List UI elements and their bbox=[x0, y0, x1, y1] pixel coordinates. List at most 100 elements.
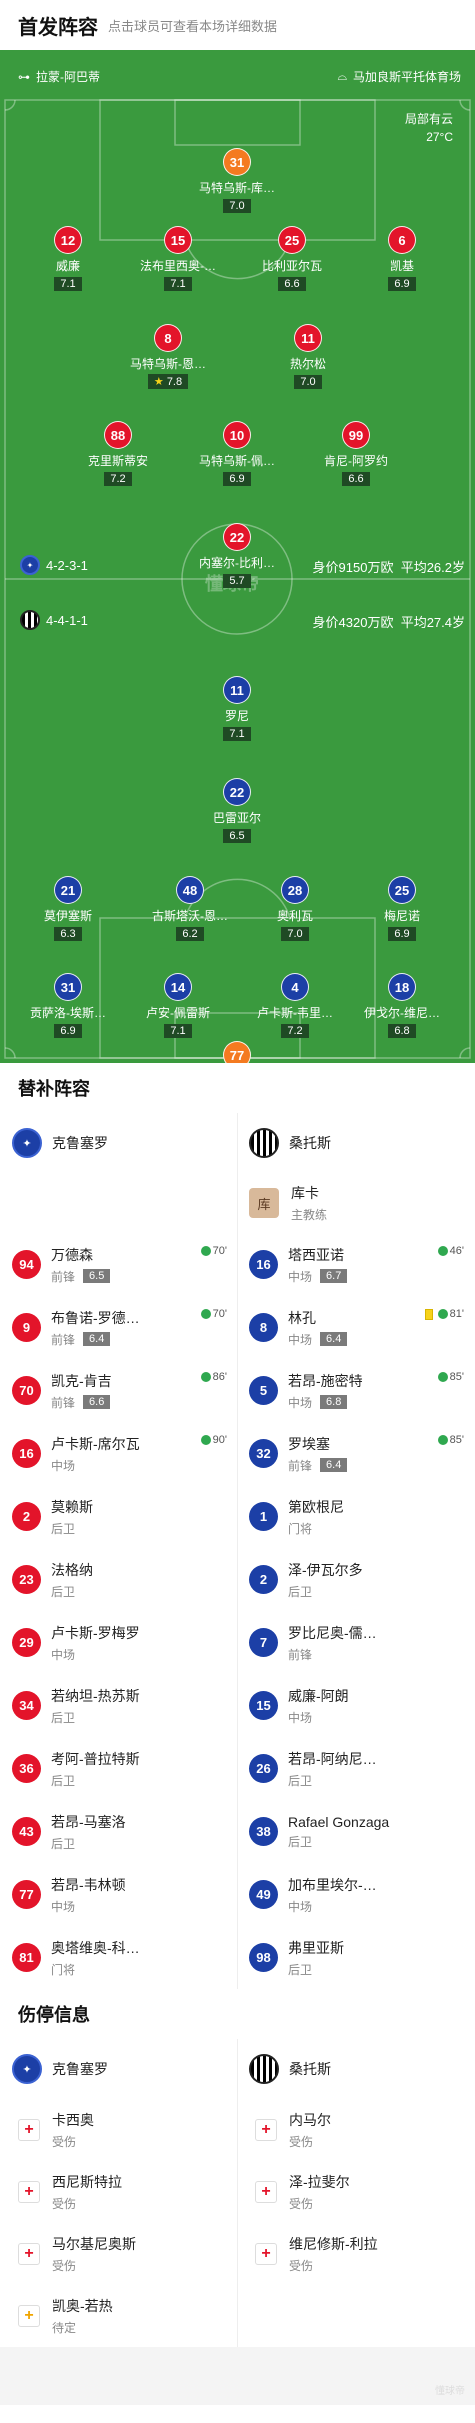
sub-name: 法格纳 bbox=[51, 1561, 93, 1578]
sub-number: 26 bbox=[249, 1754, 278, 1783]
injury-row[interactable]: + 泽-拉斐尔 受伤 bbox=[237, 2161, 474, 2223]
injury-row[interactable]: + 西尼斯特拉 受伤 bbox=[0, 2161, 237, 2223]
sub-number: 32 bbox=[249, 1439, 278, 1468]
sub-player-row[interactable]: 34 若纳坦-热苏斯 后卫 bbox=[0, 1674, 237, 1737]
player-p11b[interactable]: 11 罗尼 7.1 bbox=[187, 676, 287, 742]
player-p25b[interactable]: 25 梅尼诺 6.9 bbox=[352, 876, 452, 942]
sub-position: 后卫 bbox=[51, 1584, 76, 1599]
sub-in-icon bbox=[437, 1372, 448, 1382]
player-rating: 6.6 bbox=[342, 472, 370, 486]
sub-player-row[interactable]: 43 若昂-马塞洛 后卫 bbox=[0, 1800, 237, 1863]
sub-player-row[interactable]: 36 考阿-普拉特斯 后卫 bbox=[0, 1737, 237, 1800]
player-rating: 7.1 bbox=[223, 727, 251, 741]
player-p6[interactable]: 6 凯基 6.9 bbox=[352, 226, 452, 292]
player-p31a[interactable]: 31 马特乌斯-库… 7.0 bbox=[187, 148, 287, 214]
injury-row[interactable]: + 凯奥-若热 待定 bbox=[0, 2285, 237, 2347]
sub-player-row[interactable]: 9 布鲁诺-罗德… 前锋 6.4 70' bbox=[0, 1296, 237, 1359]
sub-position: 后卫 bbox=[51, 1710, 76, 1725]
player-p4[interactable]: 4 卢卡斯-韦里… 7.2 bbox=[245, 973, 345, 1039]
player-p15[interactable]: 15 法布里西奥-… 7.1 bbox=[128, 226, 228, 292]
player-name: 内塞尔-比利… bbox=[199, 556, 275, 570]
subs-panel: ✦ 克鲁塞罗 94 万德森 前锋 6.5 70' 9 布鲁诺-罗德… 前锋 6.4 70… bbox=[0, 1113, 475, 1989]
player-number: 4 bbox=[281, 973, 309, 1001]
sub-player-row[interactable]: 32 罗埃塞 前锋 6.4 85' bbox=[237, 1422, 474, 1485]
sub-position: 前锋 bbox=[51, 1269, 76, 1284]
sub-player-row[interactable]: 38 Rafael Gonzaga 后卫 bbox=[237, 1800, 474, 1863]
sub-position: 中场 bbox=[288, 1899, 313, 1914]
player-p10[interactable]: 10 马特乌斯-佩… 6.9 bbox=[187, 421, 287, 487]
coach-row[interactable]: 库库卡 主教练 bbox=[237, 1173, 474, 1233]
player-p12[interactable]: 12 威廉 7.1 bbox=[18, 226, 118, 292]
injury-row[interactable]: + 马尔基尼奥斯 受伤 bbox=[0, 2223, 237, 2285]
sub-player-row[interactable]: 26 若昂-阿纳尼… 后卫 bbox=[237, 1737, 474, 1800]
sub-player-row[interactable]: 5 若昂-施密特 中场 6.8 85' bbox=[237, 1359, 474, 1422]
sub-name: 第欧根尼 bbox=[288, 1498, 344, 1515]
player-p99[interactable]: 99 肯尼-阿罗约 6.6 bbox=[306, 421, 406, 487]
sub-player-row[interactable]: 81 奥塔维奥-科… 门将 bbox=[0, 1926, 237, 1989]
sub-player-row[interactable]: 16 卢卡斯-席尔瓦 中场 90' bbox=[0, 1422, 237, 1485]
player-p28[interactable]: 28 奥利瓦 7.0 bbox=[245, 876, 345, 942]
cruzeiro-crest-icon: ✦ bbox=[12, 1128, 42, 1158]
sub-in-icon bbox=[200, 1246, 211, 1256]
player-p77[interactable]: 77 布拉赖 7.3 bbox=[187, 1041, 287, 1063]
injured-player-name: 凯奥-若热 bbox=[52, 2298, 113, 2314]
sub-number: 7 bbox=[249, 1628, 278, 1657]
player-p88[interactable]: 88 克里斯蒂安 7.2 bbox=[68, 421, 168, 487]
injury-status: 受伤 bbox=[289, 2197, 314, 2211]
sub-player-row[interactable]: 15 威廉-阿朗 中场 bbox=[237, 1674, 474, 1737]
player-p48[interactable]: 48 古斯塔沃-恩… 6.2 bbox=[140, 876, 240, 942]
sub-player-row[interactable]: 49 加布里埃尔-… 中场 bbox=[237, 1863, 474, 1926]
sub-in-icon bbox=[200, 1372, 211, 1382]
player-p31b[interactable]: 31 贡萨洛-埃斯… 6.9 bbox=[18, 973, 118, 1039]
player-number: 21 bbox=[54, 876, 82, 904]
player-name: 伊戈尔-维尼… bbox=[364, 1006, 440, 1020]
player-name: 古斯塔沃-恩… bbox=[152, 909, 228, 923]
sub-player-row[interactable]: 2 莫赖斯 后卫 bbox=[0, 1485, 237, 1548]
player-p22a[interactable]: 22 内塞尔-比利… 5.7 bbox=[187, 523, 287, 589]
player-p14[interactable]: 14 卢安-佩雷斯 7.1 bbox=[128, 973, 228, 1039]
sub-player-row[interactable]: 1 第欧根尼 门将 bbox=[237, 1485, 474, 1548]
sub-number: 34 bbox=[12, 1691, 41, 1720]
sub-position: 前锋 bbox=[288, 1647, 313, 1662]
player-p25a[interactable]: 25 比利亚尔瓦 6.6 bbox=[242, 226, 342, 292]
player-p22b[interactable]: 22 巴雷亚尔 6.5 bbox=[187, 778, 287, 844]
sub-player-row[interactable]: 23 法格纳 后卫 bbox=[0, 1548, 237, 1611]
sub-player-row[interactable]: 77 若昂-韦林顿 中场 bbox=[0, 1863, 237, 1926]
sub-player-row[interactable]: 29 卢卡斯-罗梅罗 中场 bbox=[0, 1611, 237, 1674]
sub-number: 2 bbox=[12, 1502, 41, 1531]
sub-player-row[interactable]: 98 弗里亚斯 后卫 bbox=[237, 1926, 474, 1989]
player-rating: 6.5 bbox=[223, 829, 251, 843]
sub-number: 15 bbox=[249, 1691, 278, 1720]
player-number: 15 bbox=[164, 226, 192, 254]
player-p21[interactable]: 21 莫伊塞斯 6.3 bbox=[18, 876, 118, 942]
player-name: 卢卡斯-韦里… bbox=[257, 1006, 333, 1020]
injury-row[interactable]: + 维尼修斯-利拉 受伤 bbox=[237, 2223, 474, 2285]
sub-name: 林孔 bbox=[288, 1309, 316, 1326]
sub-player-row[interactable]: 16 塔西亚诺 中场 6.7 46' bbox=[237, 1233, 474, 1296]
player-p11a[interactable]: 11 热尔松 7.0 bbox=[258, 324, 358, 390]
sub-player-row[interactable]: 70 凯克-肯吉 前锋 6.6 86' bbox=[0, 1359, 237, 1422]
sub-number: 29 bbox=[12, 1628, 41, 1657]
sub-name: 罗埃塞 bbox=[288, 1435, 330, 1452]
sub-name: 罗比尼奥-儒… bbox=[288, 1624, 377, 1641]
injury-row[interactable]: + 卡西奥 受伤 bbox=[0, 2099, 237, 2161]
sub-player-row[interactable]: 8 林孔 中场 6.4 81' bbox=[237, 1296, 474, 1359]
sub-in-badge: 81' bbox=[424, 1308, 464, 1320]
player-rating: 7.0 bbox=[281, 927, 309, 941]
sub-player-row[interactable]: 2 泽-伊瓦尔多 后卫 bbox=[237, 1548, 474, 1611]
sub-position: 前锋 bbox=[51, 1332, 76, 1347]
sub-player-row[interactable]: 94 万德森 前锋 6.5 70' bbox=[0, 1233, 237, 1296]
player-p8[interactable]: 8 马特乌斯-恩… ★ 7.8 bbox=[118, 324, 218, 390]
sub-number: 43 bbox=[12, 1817, 41, 1846]
sub-in-badge: 86' bbox=[200, 1371, 227, 1383]
subs-home: ✦ 克鲁塞罗 94 万德森 前锋 6.5 70' 9 布鲁诺-罗德… 前锋 6.4 70… bbox=[0, 1113, 237, 1989]
injury-row[interactable]: + 内马尔 受伤 bbox=[237, 2099, 474, 2161]
sub-position: 中场 bbox=[288, 1395, 313, 1410]
sub-number: 70 bbox=[12, 1376, 41, 1405]
player-p18[interactable]: 18 伊戈尔-维尼… 6.8 bbox=[352, 973, 452, 1039]
sub-player-row[interactable]: 7 罗比尼奥-儒… 前锋 bbox=[237, 1611, 474, 1674]
player-rating: 6.9 bbox=[223, 472, 251, 486]
santos-crest-icon bbox=[20, 610, 40, 630]
team-row-away: 桑托斯 bbox=[237, 1113, 474, 1173]
player-number: 18 bbox=[388, 973, 416, 1001]
